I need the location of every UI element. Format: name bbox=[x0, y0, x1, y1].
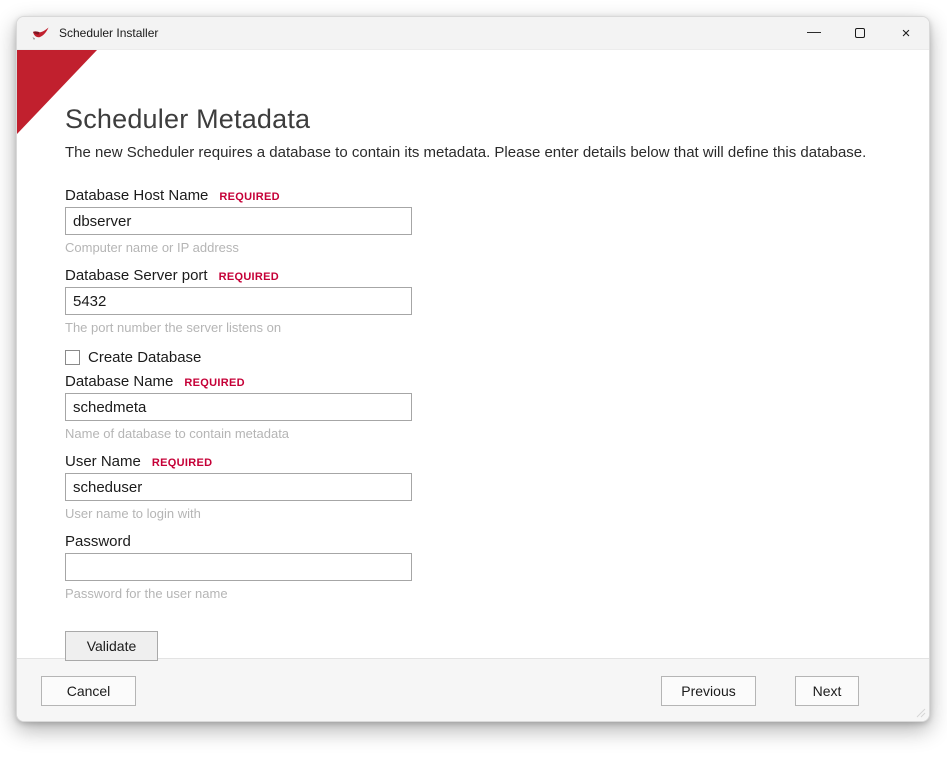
maximize-icon bbox=[855, 28, 865, 38]
close-button[interactable]: × bbox=[883, 17, 929, 49]
password-hint: Password for the user name bbox=[65, 586, 228, 601]
create-database-row: Create Database bbox=[65, 349, 929, 366]
metadata-form: Database Host Name REQUIRED Computer nam… bbox=[65, 187, 929, 661]
installer-window: Scheduler Installer — × Scheduler Metada… bbox=[16, 16, 930, 722]
titlebar: Scheduler Installer — × bbox=[17, 17, 929, 50]
resize-grip[interactable] bbox=[916, 708, 926, 718]
minimize-icon: — bbox=[807, 23, 821, 39]
window-title: Scheduler Installer bbox=[59, 26, 159, 40]
field-database-server-port: Database Server port REQUIRED The port n… bbox=[65, 267, 412, 335]
database-server-port-input[interactable] bbox=[65, 287, 412, 315]
cancel-button[interactable]: Cancel bbox=[41, 675, 136, 706]
field-user-name: User Name REQUIRED User name to login wi… bbox=[65, 453, 412, 521]
previous-button[interactable]: Previous bbox=[661, 675, 756, 706]
app-logo-icon bbox=[31, 26, 50, 41]
database-host-name-label: Database Host Name bbox=[65, 187, 209, 204]
password-input[interactable] bbox=[65, 553, 412, 581]
minimize-button[interactable]: — bbox=[791, 17, 837, 49]
database-name-label: Database Name bbox=[65, 373, 174, 390]
validate-button[interactable]: Validate bbox=[65, 631, 158, 661]
database-server-port-hint: The port number the server listens on bbox=[65, 320, 282, 335]
field-database-host-name: Database Host Name REQUIRED Computer nam… bbox=[65, 187, 412, 255]
page-title: Scheduler Metadata bbox=[65, 104, 311, 134]
content-area: Scheduler Metadata The new Scheduler req… bbox=[17, 50, 929, 661]
required-badge: REQUIRED bbox=[219, 191, 280, 203]
user-name-hint: User name to login with bbox=[65, 506, 201, 521]
field-database-name: Database Name REQUIRED Name of database … bbox=[65, 373, 412, 441]
database-host-name-hint: Computer name or IP address bbox=[65, 240, 239, 255]
footer-bar: Cancel Previous Next bbox=[17, 658, 929, 721]
password-label: Password bbox=[65, 533, 131, 550]
create-database-label[interactable]: Create Database bbox=[88, 349, 201, 366]
required-badge: REQUIRED bbox=[218, 271, 280, 283]
page-description: The new Scheduler requires a database to… bbox=[65, 144, 867, 161]
user-name-input[interactable] bbox=[65, 473, 412, 501]
close-icon: × bbox=[901, 24, 911, 42]
database-host-name-input[interactable] bbox=[65, 207, 412, 235]
required-badge: REQUIRED bbox=[151, 457, 213, 469]
maximize-button[interactable] bbox=[837, 17, 883, 49]
next-button[interactable]: Next bbox=[795, 675, 859, 706]
field-password: Password Password for the user name bbox=[65, 533, 412, 601]
create-database-checkbox[interactable] bbox=[65, 350, 80, 365]
database-server-port-label: Database Server port bbox=[65, 267, 208, 284]
database-name-hint: Name of database to contain metadata bbox=[65, 426, 290, 441]
user-name-label: User Name bbox=[65, 453, 141, 470]
required-badge: REQUIRED bbox=[184, 377, 245, 389]
window-controls: — × bbox=[791, 17, 929, 49]
database-name-input[interactable] bbox=[65, 393, 412, 421]
